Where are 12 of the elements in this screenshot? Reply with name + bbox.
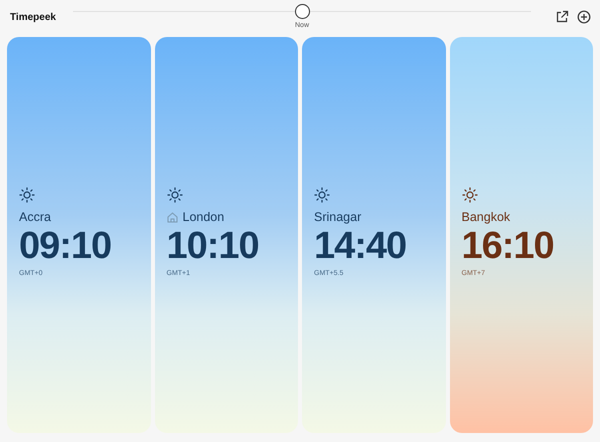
city-name: London <box>182 209 224 225</box>
timeline-thumb[interactable] <box>295 4 310 19</box>
city-time: 09:10 <box>19 225 112 267</box>
open-external-icon[interactable] <box>555 10 569 24</box>
add-icon[interactable] <box>577 10 591 24</box>
city-name: Bangkok <box>462 209 510 225</box>
city-time: 10:10 <box>166 225 260 267</box>
app-title: Timepeek <box>10 10 57 24</box>
city-time: 16:10 <box>462 225 555 267</box>
city-name: Srinagar <box>314 209 362 225</box>
city-name: Accra <box>19 209 51 225</box>
city-time: 14:40 <box>314 225 408 267</box>
